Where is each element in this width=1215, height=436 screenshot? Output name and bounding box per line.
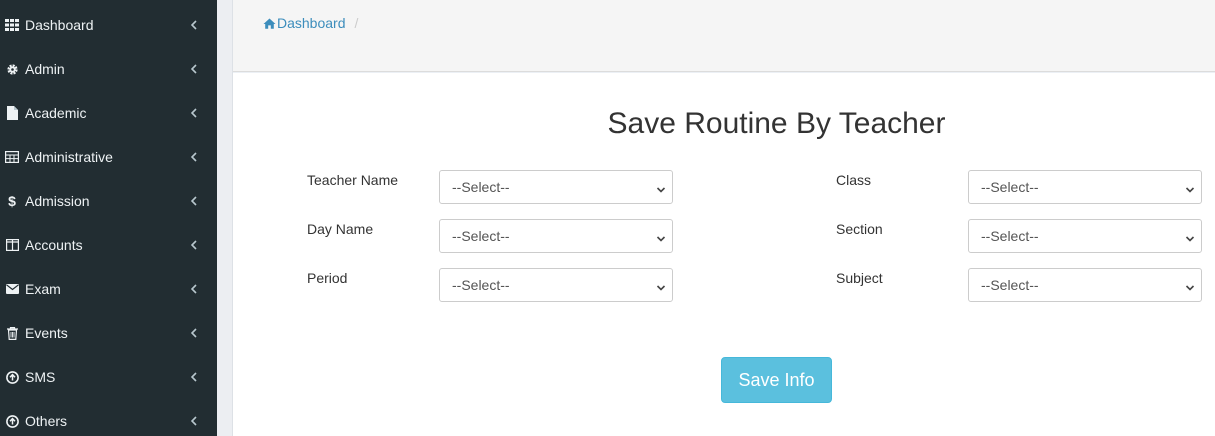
teacher-name-label: Teacher Name bbox=[307, 172, 399, 188]
content-header: Dashboard / bbox=[233, 0, 1215, 72]
day-name-label: Day Name bbox=[307, 221, 374, 237]
chevron-down-icon bbox=[656, 280, 666, 291]
sidebar-gutter bbox=[217, 0, 233, 436]
table-icon bbox=[5, 150, 19, 164]
sidebar-item-academic[interactable]: Academic bbox=[0, 91, 217, 135]
sidebar-item-label: Admission bbox=[25, 193, 90, 209]
sidebar-item-label: SMS bbox=[25, 369, 56, 385]
sidebar-item-label: Administrative bbox=[25, 149, 113, 165]
envelope-icon bbox=[5, 282, 19, 296]
chevron-down-icon bbox=[1185, 231, 1195, 242]
teacher-name-select[interactable]: --Select-- bbox=[439, 170, 673, 204]
grid-icon bbox=[5, 18, 19, 32]
sidebar-item-accounts[interactable]: Accounts bbox=[0, 223, 217, 267]
day-name-value: --Select-- bbox=[452, 228, 510, 244]
circle-arrow-icon bbox=[5, 414, 19, 428]
subject-select[interactable]: --Select-- bbox=[968, 268, 1202, 302]
chevron-left-icon bbox=[189, 284, 199, 294]
sidebar-item-label: Events bbox=[25, 325, 68, 341]
sidebar-item-sms[interactable]: SMS bbox=[0, 355, 217, 399]
sidebar-item-dashboard[interactable]: Dashboard bbox=[0, 3, 217, 47]
period-select[interactable]: --Select-- bbox=[439, 268, 673, 302]
sidebar-item-label: Admin bbox=[25, 61, 65, 77]
period-value: --Select-- bbox=[452, 277, 510, 293]
trash-icon bbox=[5, 326, 19, 340]
section-value: --Select-- bbox=[981, 228, 1039, 244]
gear-icon bbox=[5, 62, 19, 76]
chevron-down-icon bbox=[1185, 280, 1195, 291]
sidebar-item-administrative[interactable]: Administrative bbox=[0, 135, 217, 179]
sidebar-item-label: Exam bbox=[25, 281, 61, 297]
circle-arrow-icon bbox=[5, 370, 19, 384]
home-icon bbox=[263, 18, 276, 29]
file-icon bbox=[5, 106, 19, 120]
sidebar-item-admission[interactable]: $ Admission bbox=[0, 179, 217, 223]
chevron-left-icon bbox=[189, 20, 199, 30]
sidebar-item-label: Academic bbox=[25, 105, 87, 121]
page-title: Save Routine By Teacher bbox=[607, 107, 946, 140]
sidebar-item-label: Accounts bbox=[25, 237, 83, 253]
class-select[interactable]: --Select-- bbox=[968, 170, 1202, 204]
chevron-left-icon bbox=[189, 196, 199, 206]
dollar-icon: $ bbox=[8, 193, 16, 209]
chevron-down-icon bbox=[1185, 182, 1195, 193]
section-label: Section bbox=[836, 221, 883, 237]
breadcrumb-home-link[interactable]: Dashboard bbox=[263, 15, 346, 31]
sidebar-item-events[interactable]: Events bbox=[0, 311, 217, 355]
sidebar-item-admin[interactable]: Admin bbox=[0, 47, 217, 91]
main-content: Save Routine By Teacher Teacher Name --S… bbox=[233, 73, 1215, 436]
section-select[interactable]: --Select-- bbox=[968, 219, 1202, 253]
chevron-left-icon bbox=[189, 416, 199, 426]
teacher-name-value: --Select-- bbox=[452, 179, 510, 195]
columns-icon bbox=[5, 238, 19, 252]
chevron-left-icon bbox=[189, 64, 199, 74]
sidebar-item-exam[interactable]: Exam bbox=[0, 267, 217, 311]
class-label: Class bbox=[836, 172, 872, 188]
period-label: Period bbox=[307, 270, 348, 286]
chevron-left-icon bbox=[189, 328, 199, 338]
subject-value: --Select-- bbox=[981, 277, 1039, 293]
subject-label: Subject bbox=[836, 270, 883, 286]
sidebar: Dashboard Admin Academic Administrative … bbox=[0, 0, 217, 436]
chevron-left-icon bbox=[189, 152, 199, 162]
chevron-left-icon bbox=[189, 372, 199, 382]
chevron-left-icon bbox=[189, 108, 199, 118]
breadcrumb-separator: / bbox=[354, 15, 359, 31]
chevron-down-icon bbox=[656, 182, 666, 193]
sidebar-item-label: Dashboard bbox=[25, 17, 94, 33]
sidebar-item-others[interactable]: Others bbox=[0, 399, 217, 436]
chevron-down-icon bbox=[656, 231, 666, 242]
breadcrumb: Dashboard / bbox=[263, 15, 358, 31]
class-value: --Select-- bbox=[981, 179, 1039, 195]
day-name-select[interactable]: --Select-- bbox=[439, 219, 673, 253]
sidebar-item-label: Others bbox=[25, 413, 68, 429]
chevron-left-icon bbox=[189, 240, 199, 250]
breadcrumb-home-label: Dashboard bbox=[277, 15, 346, 31]
save-info-button[interactable]: Save Info bbox=[721, 357, 832, 403]
